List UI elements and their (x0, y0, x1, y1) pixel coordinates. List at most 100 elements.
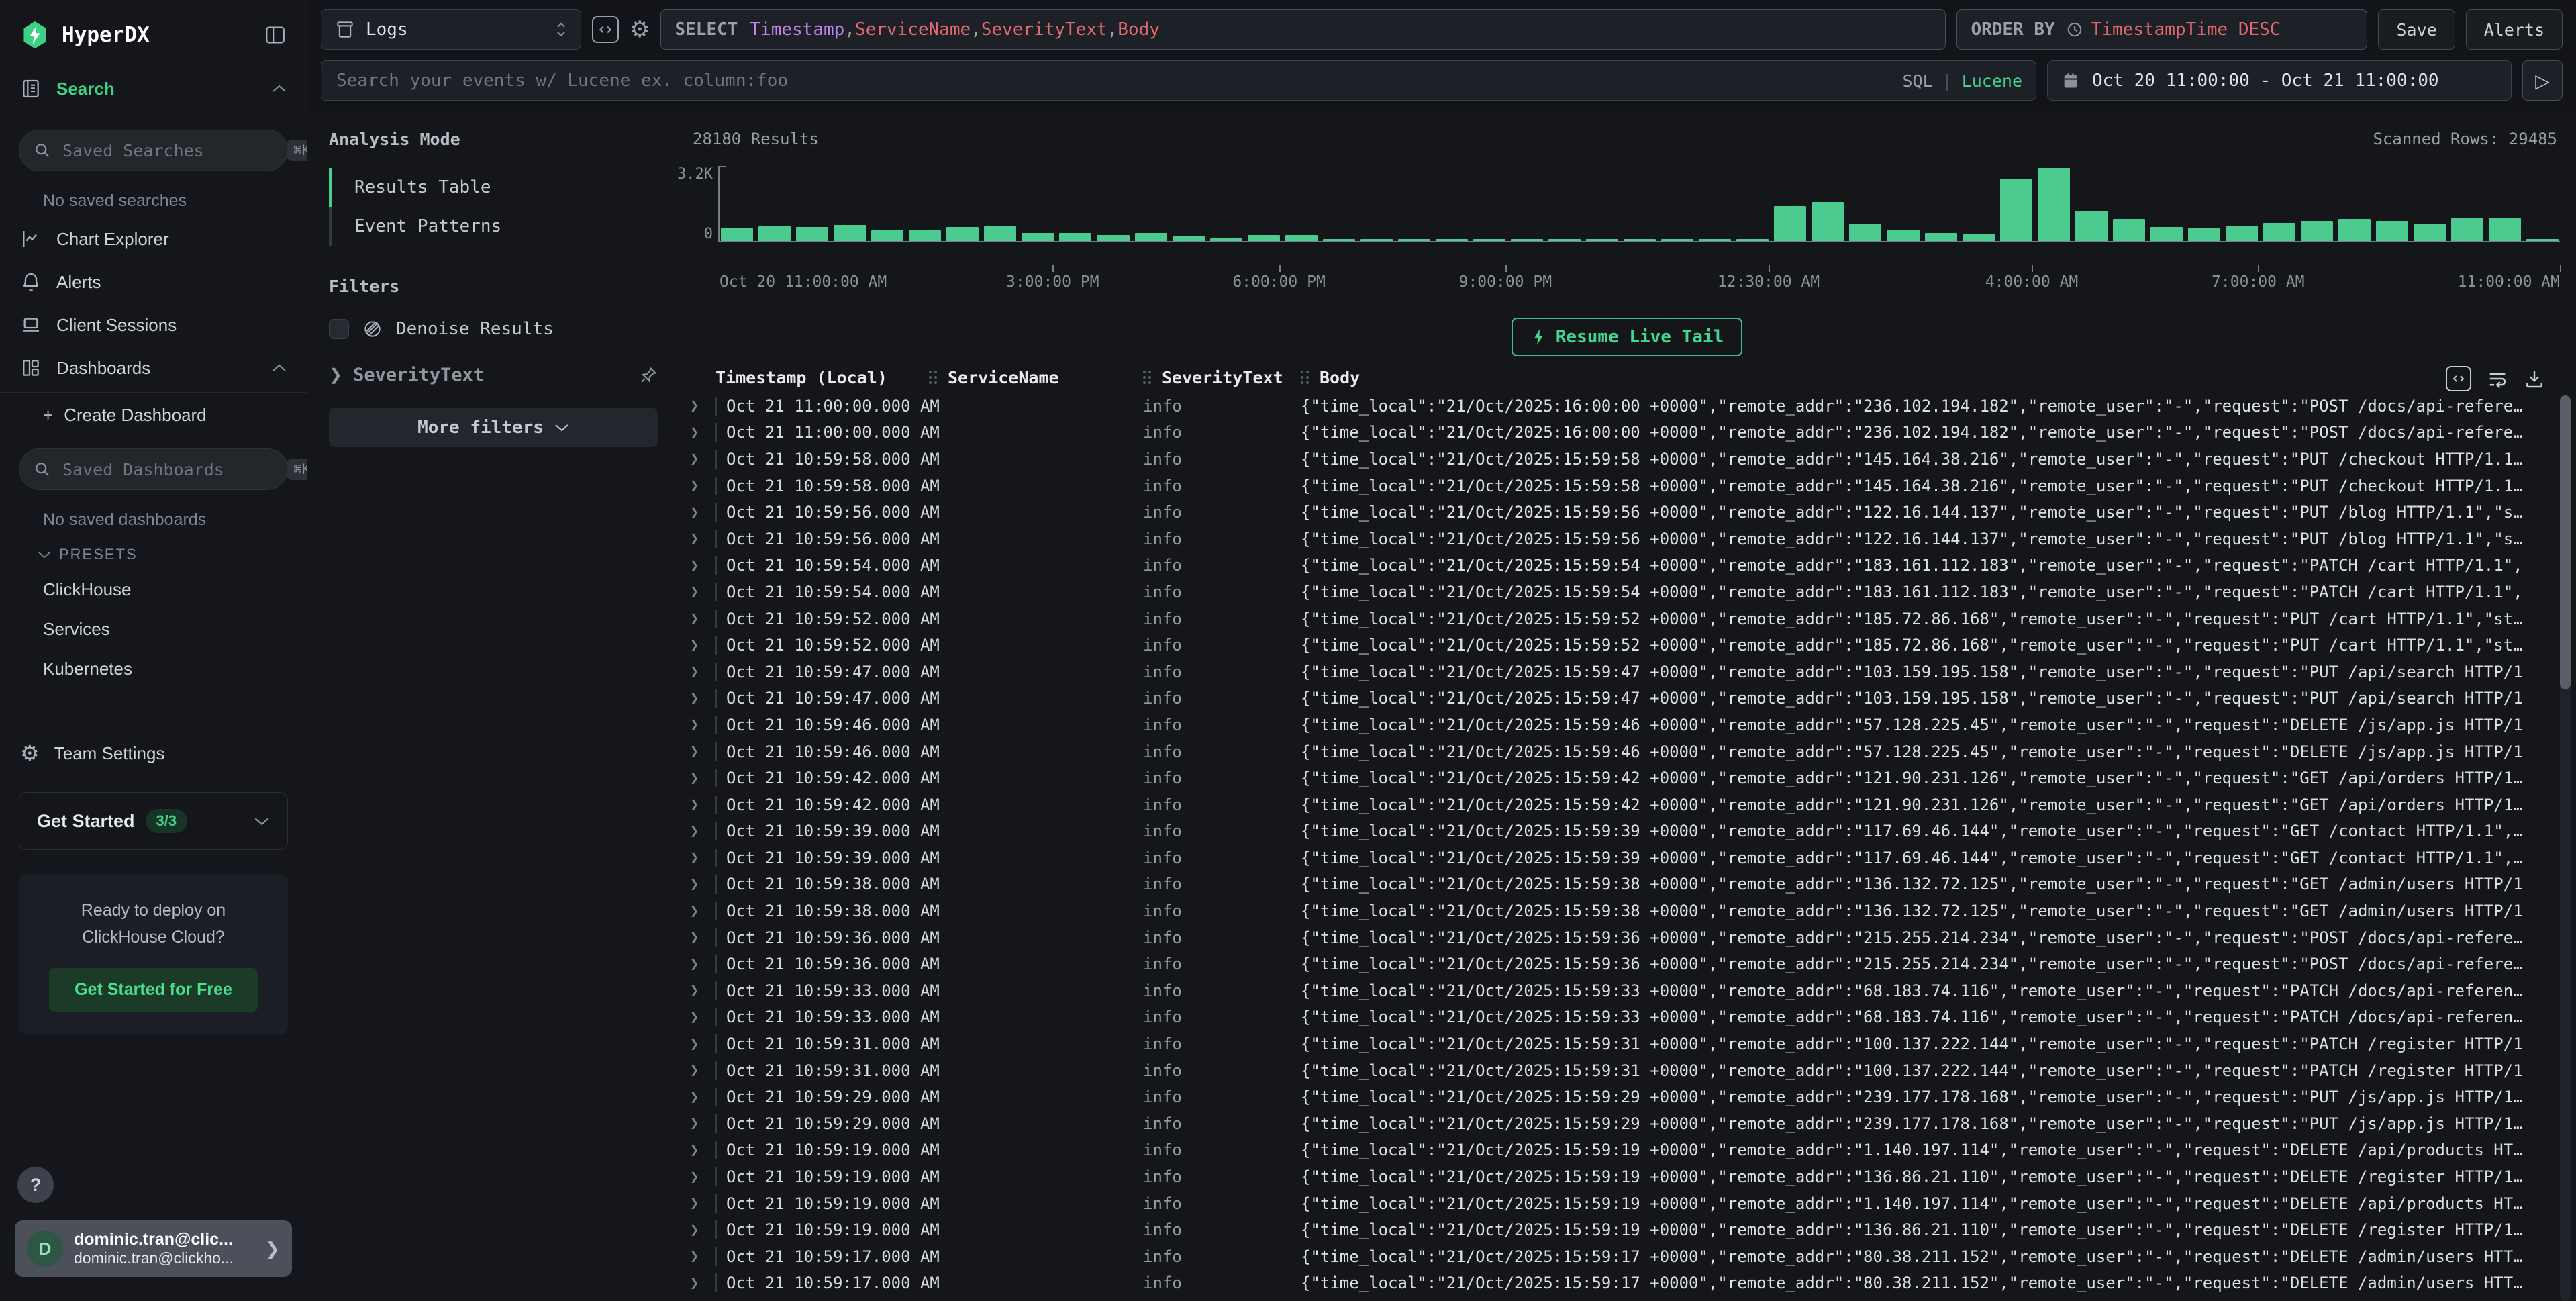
table-row[interactable]: ❯ Oct 21 10:59:19.000 AM info {"time_loc… (685, 1190, 2549, 1217)
table-row[interactable]: ❯ Oct 21 10:59:42.000 AM info {"time_loc… (685, 791, 2549, 818)
row-expand-chevron-icon[interactable]: ❯ (685, 1009, 715, 1026)
source-settings-gear-icon[interactable]: ⚙ (630, 18, 650, 41)
sidebar-item-chart-explorer[interactable]: Chart Explorer (0, 218, 307, 260)
row-expand-chevron-icon[interactable]: ❯ (685, 477, 715, 494)
pin-icon[interactable] (639, 366, 658, 385)
table-row[interactable]: ❯ Oct 21 10:59:19.000 AM info {"time_loc… (685, 1216, 2549, 1243)
row-expand-chevron-icon[interactable]: ❯ (685, 903, 715, 920)
sidebar-item-client-sessions[interactable]: Client Sessions (0, 303, 307, 346)
table-row[interactable]: ❯ Oct 21 10:59:19.000 AM info {"time_loc… (685, 1163, 2549, 1190)
table-row[interactable]: ❯ Oct 21 10:59:47.000 AM info {"time_loc… (685, 659, 2549, 685)
row-expand-chevron-icon[interactable]: ❯ (685, 663, 715, 680)
saved-searches-input[interactable] (61, 140, 277, 161)
scrollbar-thumb[interactable] (2560, 395, 2571, 689)
user-menu[interactable]: D dominic.tran@clic... dominic.tran@clic… (15, 1220, 292, 1277)
mode-results-table[interactable]: Results Table (329, 168, 658, 207)
order-by-input[interactable]: ORDER BY TimestampTime DESC (1956, 9, 2367, 50)
sidebar-item-team-settings[interactable]: ⚙ Team Settings (0, 732, 307, 775)
table-row[interactable]: ❯ Oct 21 10:59:38.000 AM info {"time_loc… (685, 898, 2549, 924)
table-row[interactable]: ❯ Oct 21 10:59:39.000 AM info {"time_loc… (685, 818, 2549, 845)
table-row[interactable]: ❯ Oct 21 10:59:31.000 AM info {"time_loc… (685, 1030, 2549, 1057)
row-expand-chevron-icon[interactable]: ❯ (685, 1036, 715, 1053)
row-expand-chevron-icon[interactable]: ❯ (685, 929, 715, 946)
drag-handle-icon[interactable] (1301, 371, 1309, 384)
table-row[interactable]: ❯ Oct 21 10:59:52.000 AM info {"time_loc… (685, 632, 2549, 659)
severity-filter-group[interactable]: ❯ SeverityText (329, 365, 658, 385)
row-expand-chevron-icon[interactable]: ❯ (685, 1275, 715, 1292)
row-expand-chevron-icon[interactable]: ❯ (685, 743, 715, 760)
table-row[interactable]: ❯ Oct 21 11:00:00.000 AM info {"time_loc… (685, 420, 2549, 446)
lucene-toggle[interactable]: Lucene (1962, 71, 2022, 91)
get-started-box[interactable]: Get Started 3/3 (19, 792, 288, 850)
row-expand-chevron-icon[interactable]: ❯ (685, 1115, 715, 1132)
get-started-free-button[interactable]: Get Started for Free (49, 968, 258, 1012)
table-row[interactable]: ❯ Oct 21 10:59:39.000 AM info {"time_loc… (685, 845, 2549, 871)
table-row[interactable]: ❯ Oct 21 10:59:56.000 AM info {"time_loc… (685, 526, 2549, 552)
row-expand-chevron-icon[interactable]: ❯ (685, 876, 715, 893)
raw-json-toggle-icon[interactable] (2446, 366, 2471, 391)
table-row[interactable]: ❯ Oct 21 10:59:29.000 AM info {"time_loc… (685, 1110, 2549, 1137)
row-expand-chevron-icon[interactable]: ❯ (685, 982, 715, 999)
table-row[interactable]: ❯ Oct 21 10:59:36.000 AM info {"time_loc… (685, 924, 2549, 951)
table-row[interactable]: ❯ Oct 21 10:59:46.000 AM info {"time_loc… (685, 738, 2549, 765)
resume-live-tail-button[interactable]: Resume Live Tail (1512, 318, 1742, 356)
date-range-picker[interactable]: Oct 20 11:00:00 - Oct 21 11:00:00 (2047, 60, 2512, 101)
saved-dashboards-input[interactable] (61, 459, 277, 480)
table-row[interactable]: ❯ Oct 21 10:59:36.000 AM info {"time_loc… (685, 951, 2549, 977)
row-expand-chevron-icon[interactable]: ❯ (685, 1195, 715, 1212)
create-dashboard-button[interactable]: +Create Dashboard (0, 395, 307, 435)
row-expand-chevron-icon[interactable]: ❯ (685, 1062, 715, 1079)
table-row[interactable]: ❯ Oct 21 10:59:19.000 AM info {"time_loc… (685, 1137, 2549, 1164)
denoise-results-option[interactable]: Denoise Results (329, 319, 658, 339)
select-expression-input[interactable]: SELECT Timestamp,ServiceName,SeverityTex… (660, 9, 1946, 50)
table-row[interactable]: ❯ Oct 21 10:59:54.000 AM info {"time_loc… (685, 552, 2549, 579)
presets-header[interactable]: PRESETS (0, 536, 307, 570)
row-expand-chevron-icon[interactable]: ❯ (685, 637, 715, 654)
alerts-button[interactable]: Alerts (2466, 9, 2563, 50)
saved-dashboards-search[interactable]: ⌘K (19, 448, 288, 490)
run-query-button[interactable]: ▷ (2522, 60, 2563, 101)
table-row[interactable]: ❯ Oct 21 10:59:33.000 AM info {"time_loc… (685, 1004, 2549, 1031)
table-row[interactable]: ❯ Oct 21 10:59:17.000 AM info {"time_loc… (685, 1243, 2549, 1270)
event-search-input[interactable] (335, 70, 1893, 91)
preset-services[interactable]: Services (0, 610, 307, 649)
sql-toggle[interactable]: SQL (1902, 71, 1932, 91)
event-search-box[interactable]: SQL | Lucene (321, 60, 2036, 101)
row-expand-chevron-icon[interactable]: ❯ (685, 716, 715, 733)
row-expand-chevron-icon[interactable]: ❯ (685, 823, 715, 840)
row-expand-chevron-icon[interactable]: ❯ (685, 583, 715, 600)
row-expand-chevron-icon[interactable]: ❯ (685, 450, 715, 467)
table-row[interactable]: ❯ Oct 21 10:59:54.000 AM info {"time_loc… (685, 579, 2549, 606)
column-header-severitytext[interactable]: SeverityText (1143, 368, 1301, 387)
row-expand-chevron-icon[interactable]: ❯ (685, 424, 715, 441)
collapse-sidebar-icon[interactable] (264, 23, 287, 46)
more-filters-button[interactable]: More filters (329, 408, 658, 447)
row-expand-chevron-icon[interactable]: ❯ (685, 557, 715, 574)
row-expand-chevron-icon[interactable]: ❯ (685, 610, 715, 627)
row-expand-chevron-icon[interactable]: ❯ (685, 690, 715, 707)
drag-handle-icon[interactable] (1143, 371, 1151, 384)
row-expand-chevron-icon[interactable]: ❯ (685, 1248, 715, 1265)
preset-clickhouse[interactable]: ClickHouse (0, 570, 307, 610)
table-row[interactable]: ❯ Oct 21 10:59:33.000 AM info {"time_loc… (685, 977, 2549, 1004)
table-row[interactable]: ❯ Oct 21 10:59:47.000 AM info {"time_loc… (685, 685, 2549, 712)
row-expand-chevron-icon[interactable]: ❯ (685, 849, 715, 866)
table-row[interactable]: ❯ Oct 21 10:59:29.000 AM info {"time_loc… (685, 1083, 2549, 1110)
wrap-lines-icon[interactable] (2486, 367, 2509, 390)
table-row[interactable]: ❯ Oct 21 11:00:00.000 AM info {"time_loc… (685, 393, 2549, 420)
row-expand-chevron-icon[interactable]: ❯ (685, 397, 715, 414)
column-header-body[interactable]: Body (1301, 368, 2495, 387)
sidebar-item-alerts[interactable]: Alerts (0, 260, 307, 303)
table-row[interactable]: ❯ Oct 21 10:59:46.000 AM info {"time_loc… (685, 712, 2549, 738)
table-row[interactable]: ❯ Oct 21 10:59:38.000 AM info {"time_loc… (685, 871, 2549, 898)
table-row[interactable]: ❯ Oct 21 10:59:58.000 AM info {"time_loc… (685, 473, 2549, 499)
histogram-plot[interactable] (718, 166, 2560, 242)
row-expand-chevron-icon[interactable]: ❯ (685, 1142, 715, 1159)
table-row[interactable]: ❯ Oct 21 10:59:17.000 AM info {"time_loc… (685, 1270, 2549, 1297)
row-expand-chevron-icon[interactable]: ❯ (685, 1222, 715, 1239)
row-expand-chevron-icon[interactable]: ❯ (685, 530, 715, 547)
table-row[interactable]: ❯ Oct 21 10:59:56.000 AM info {"time_loc… (685, 499, 2549, 526)
denoise-checkbox[interactable] (329, 319, 349, 339)
vertical-scrollbar[interactable] (2560, 395, 2571, 1301)
sidebar-item-search[interactable]: Search (0, 67, 307, 110)
